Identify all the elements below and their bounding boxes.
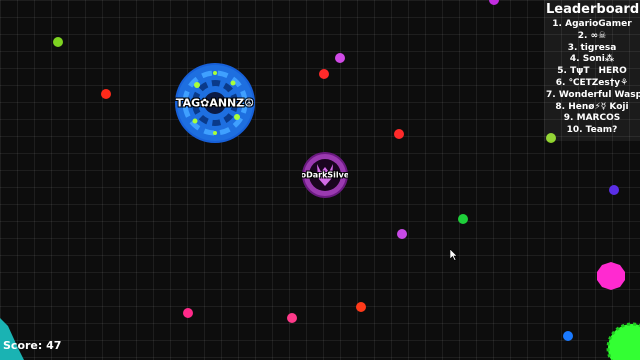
score-display: Score: 47 [3,339,62,352]
food-pellet [356,302,366,312]
leaderboard-entry: 7. Wonderful Wasp [546,89,640,100]
food-pellet [609,185,619,195]
player-name: TAG✿ΑΝΝΖ☮ [175,96,255,110]
leaderboard-entry: 4. Soni⁂ [569,54,615,65]
food-pellet [287,313,297,323]
player-cell-purple[interactable]: toDarkSilver [302,152,348,198]
leaderboard-list: 1. AgarioGamer 2. ∞☠ 3. tigresa 4. Soni⁂… [546,19,640,137]
leaderboard-entry: 5. TψT HERO [557,66,627,77]
food-pellet [397,229,407,239]
mouse-pointer-icon [450,249,458,261]
virus [606,322,640,360]
food-pellet [319,69,329,79]
leaderboard-entry: 6. ℃ETZes†y⚘ [555,77,629,88]
game-canvas[interactable]: TAG✿ΑΝΝΖ☮ toDarkSilver Leaderboard 1. Ag… [0,0,640,360]
leaderboard-entry: 3. tigresa [567,42,617,53]
food-pellet [563,331,573,341]
ejected-mass [597,262,625,290]
leaderboard-entry: 1. AgarioGamer [552,19,632,29]
leaderboard-entry: 10. Team? [566,125,618,136]
leaderboard-entry: 8. Henø⚡☿ Koji [555,101,629,112]
food-pellet [458,214,468,224]
food-pellet [101,89,111,99]
leaderboard-panel: Leaderboard 1. AgarioGamer 2. ∞☠ 3. tigr… [544,0,640,141]
leaderboard-entry: 2. ∞☠ [577,30,607,41]
food-pellet [183,308,193,318]
leaderboard-title: Leaderboard [546,2,640,17]
leaderboard-entry: 9. MARCOS [563,113,621,124]
player-cell-blue[interactable]: TAG✿ΑΝΝΖ☮ [175,63,255,143]
food-pellet [489,0,499,5]
food-pellet [335,53,345,63]
food-pellet [53,37,63,47]
food-pellet [394,129,404,139]
player-name: toDarkSilver [302,170,348,180]
